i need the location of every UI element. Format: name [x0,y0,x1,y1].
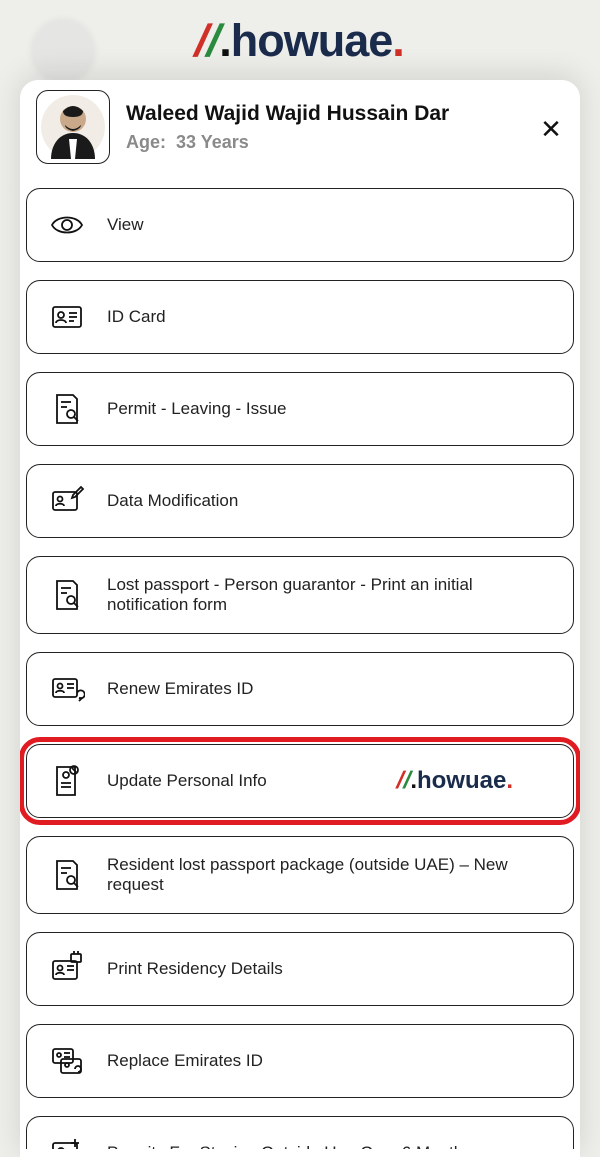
brand-text: howuae [231,15,393,66]
menu-item-lost-passport[interactable]: Lost passport - Person guarantor - Print… [26,556,574,634]
menu-item-id-card[interactable]: ID Card [26,280,574,354]
menu-item-data-modification[interactable]: Data Modification [26,464,574,538]
modal-header: Waleed Wajid Wajid Hussain Dar Age: 33 Y… [20,80,580,182]
menu-list: View ID Card [20,182,580,1149]
card-edit-icon [49,483,85,519]
brand-logo-inline: //.howuae. [397,767,513,795]
user-name: Waleed Wajid Wajid Hussain Dar [126,102,449,126]
document-search-icon [49,857,85,893]
menu-item-print-residency[interactable]: Print Residency Details [26,932,574,1006]
menu-item-view[interactable]: View [26,188,574,262]
menu-label: Update Personal Info [107,771,267,791]
menu-item-permits-staying-outside[interactable]: Permits For Staying Outside Uae Over 6 M… [26,1116,574,1149]
id-refresh-icon [49,671,85,707]
menu-item-update-personal-info[interactable]: Update Personal Info //.howuae. [26,744,574,818]
id-print-icon [49,951,85,987]
close-button[interactable]: ✕ [536,114,566,144]
menu-item-renew-eid[interactable]: Renew Emirates ID [26,652,574,726]
user-info: Waleed Wajid Wajid Hussain Dar Age: 33 Y… [126,102,449,153]
document-search-icon [49,391,85,427]
user-age: Age: 33 Years [126,132,449,153]
brand-logo: //.howuae. [196,15,404,67]
menu-label: Data Modification [107,491,238,511]
menu-label: Permits For Staying Outside Uae Over 6 M… [107,1143,472,1149]
menu-label: Renew Emirates ID [107,679,253,699]
eye-icon [49,207,85,243]
menu-label: Lost passport - Person guarantor - Print… [107,575,551,615]
avatar [36,90,110,164]
document-search-icon [49,577,85,613]
action-sheet: Waleed Wajid Wajid Hussain Dar Age: 33 Y… [20,80,580,1157]
menu-label: Replace Emirates ID [107,1051,263,1071]
menu-label: Resident lost passport package (outside … [107,855,551,895]
id-plus-icon [49,1135,85,1149]
menu-item-replace-eid[interactable]: Replace Emirates ID [26,1024,574,1098]
menu-item-permit-leaving[interactable]: Permit - Leaving - Issue [26,372,574,446]
menu-label: ID Card [107,307,166,327]
menu-label: Print Residency Details [107,959,283,979]
profile-edit-icon [49,763,85,799]
id-card-icon [49,299,85,335]
id-swap-icon [49,1043,85,1079]
menu-label: Permit - Leaving - Issue [107,399,287,419]
menu-item-resident-lost-passport[interactable]: Resident lost passport package (outside … [26,836,574,914]
menu-label: View [107,215,144,235]
